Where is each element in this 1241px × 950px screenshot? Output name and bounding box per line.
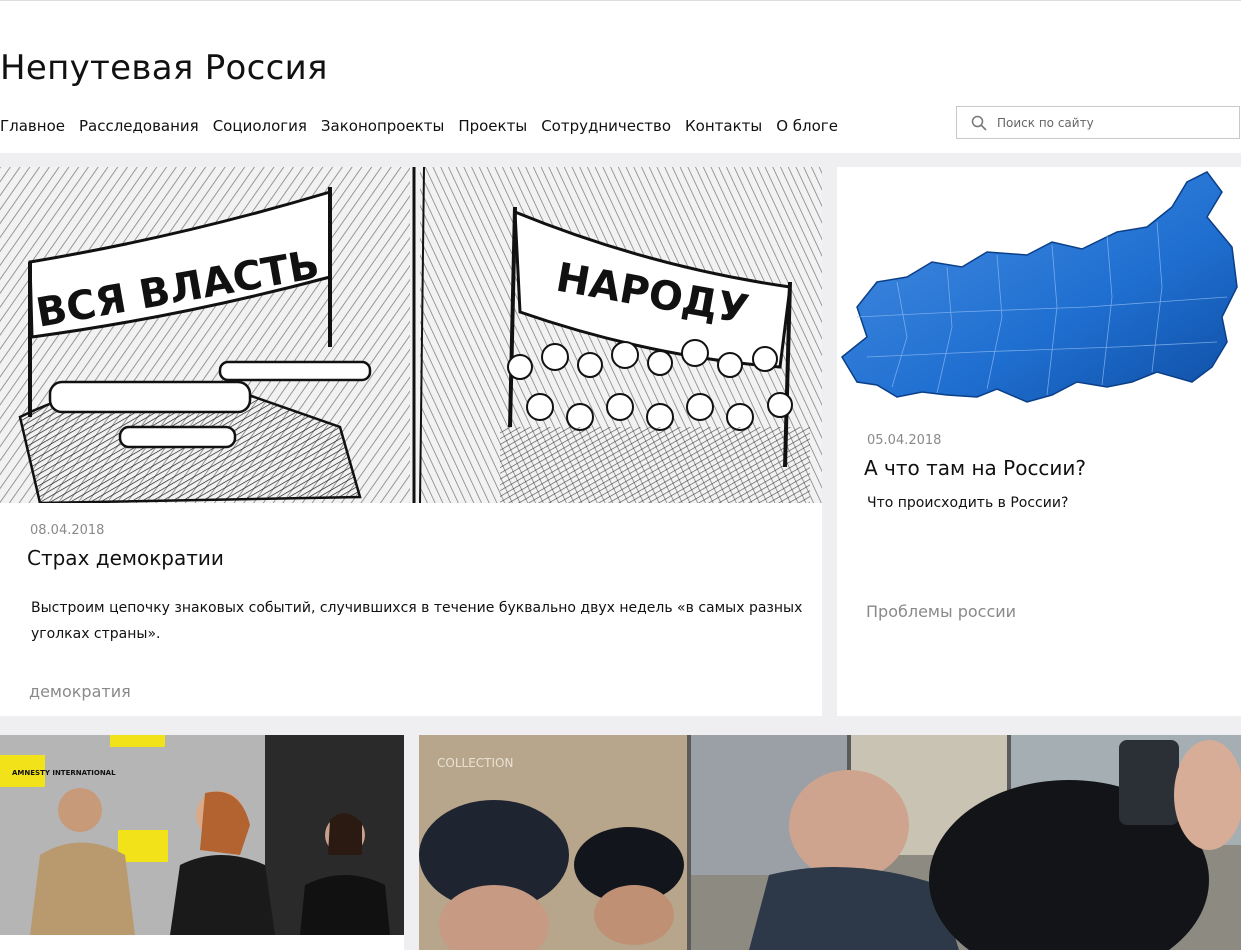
post-image-cartoon[interactable]: ВСЯ ВЛАСТЬ НАРОДУ [0, 167, 822, 503]
nav-item-contacts[interactable]: Контакты [685, 117, 762, 135]
post-title[interactable]: А что там на России? [864, 456, 1086, 480]
nav-item-main[interactable]: Главное [0, 117, 65, 135]
post-card-democracy[interactable]: ВСЯ ВЛАСТЬ НАРОДУ 08.04.2018 Страх демок… [0, 167, 822, 716]
post-image-russia-map[interactable] [837, 167, 1241, 417]
post-date: 08.04.2018 [30, 523, 105, 538]
post-tag[interactable]: Проблемы россии [866, 602, 1016, 621]
main-nav: Главное Расследования Социология Законоп… [0, 117, 838, 135]
post-tag[interactable]: демократия [29, 682, 131, 701]
nav-item-investigations[interactable]: Расследования [79, 117, 199, 135]
nav-item-about[interactable]: О блоге [776, 117, 838, 135]
post-title[interactable]: Страх демократии [27, 546, 224, 570]
post-card-russia[interactable]: 05.04.2018 А что там на России? Что прои… [837, 167, 1241, 716]
post-image-crowd[interactable]: COLLECTION [419, 735, 1241, 950]
site-header: Непутевая Россия Главное Расследования С… [0, 0, 1241, 153]
search-input[interactable] [997, 115, 1227, 130]
search-box[interactable] [956, 106, 1240, 139]
nav-item-sociology[interactable]: Социология [213, 117, 307, 135]
nav-item-cooperation[interactable]: Сотрудничество [541, 117, 671, 135]
amnesty-sign-text: AMNESTY INTERNATIONAL [12, 769, 116, 777]
post-card-navalny[interactable]: COLLECTION [419, 735, 1241, 950]
post-image-amnesty[interactable]: AMNESTY INTERNATIONAL [0, 735, 404, 950]
nav-item-bills[interactable]: Законопроекты [321, 117, 444, 135]
post-date: 05.04.2018 [867, 433, 942, 448]
post-excerpt: Выстроим цепочку знаковых событий, случи… [31, 600, 803, 642]
collection-sign-text: COLLECTION [437, 756, 513, 770]
search-icon[interactable] [971, 115, 987, 131]
post-excerpt: Что происходить в России? [867, 495, 1069, 511]
nav-item-projects[interactable]: Проекты [458, 117, 527, 135]
post-card-amnesty[interactable]: AMNESTY INTERNATIONAL [0, 735, 404, 950]
site-title[interactable]: Непутевая Россия [0, 48, 328, 88]
